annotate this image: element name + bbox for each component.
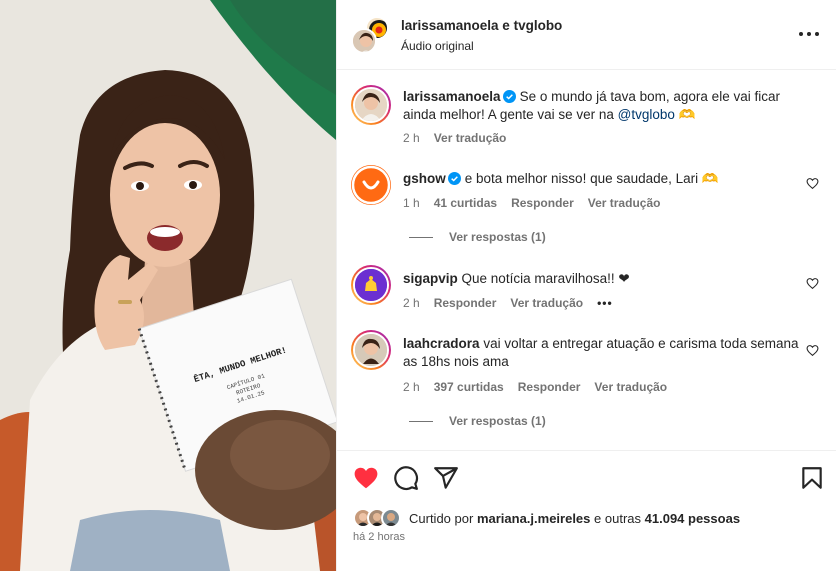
share-icon[interactable] [433, 465, 459, 491]
post-authors[interactable]: larissamanoela e tvglobo [401, 18, 562, 33]
comment-text: laahcradora vai voltar a entregar atuaçã… [403, 336, 799, 369]
liker-username[interactable]: mariana.j.meireles [477, 511, 590, 526]
comment-time: 2 h [403, 380, 420, 394]
view-replies-button[interactable]: Ver respostas (1) [409, 414, 546, 428]
comment-icon[interactable] [393, 465, 419, 491]
sigapvip-avatar[interactable] [351, 265, 391, 305]
post-timestamp[interactable]: há 2 horas [353, 531, 405, 543]
comment-username[interactable]: larissamanoela [403, 89, 501, 104]
caption-comment: larissamanoela Se o mundo já tava bom, ag… [351, 85, 821, 163]
comment-time: 1 h [403, 196, 420, 210]
post-image-illustration: ÊTA, MUNDO MELHOR! CAPÍTULO 01 ROTEIRO 1… [0, 0, 336, 571]
see-translation[interactable]: Ver tradução [434, 131, 507, 145]
laahcradora-avatar[interactable] [351, 330, 391, 370]
save-bookmark-icon[interactable] [799, 465, 825, 491]
view-replies-button[interactable]: Ver respostas (1) [409, 230, 546, 244]
gshow-avatar[interactable] [351, 165, 391, 205]
post-actions: Curtido por mariana.j.meireles e outras … [337, 450, 836, 571]
comment-username[interactable]: gshow [403, 171, 446, 186]
verified-badge-icon [447, 172, 461, 185]
like-comment-heart-icon[interactable] [806, 344, 819, 357]
comments-list: larissamanoela Se o mundo já tava bom, ag… [337, 70, 836, 450]
reply-button[interactable]: Responder [434, 296, 497, 310]
more-options-icon[interactable] [799, 26, 819, 42]
comment-likes[interactable]: 41 curtidas [434, 196, 497, 210]
liked-by: Curtido por mariana.j.meireles e outras … [353, 507, 740, 529]
comment-meta: 2 h Ver tradução [403, 131, 520, 145]
reply-button[interactable]: Responder [518, 380, 581, 394]
see-translation[interactable]: Ver tradução [588, 196, 661, 210]
larissa-avatar-small[interactable] [351, 28, 377, 54]
comment-time: 2 h [403, 131, 420, 145]
post-header: larissamanoela e tvglobo Áudio original [337, 0, 836, 70]
caption-text: larissamanoela Se o mundo já tava bom, ag… [403, 89, 780, 122]
see-translation[interactable]: Ver tradução [510, 296, 583, 310]
likes-count[interactable]: 41.094 pessoas [645, 511, 740, 526]
audio-link[interactable]: Áudio original [401, 39, 474, 53]
comment-meta: 2 h Responder Ver tradução ••• [403, 296, 627, 310]
reply-button[interactable]: Responder [511, 196, 574, 210]
comment-text: gshow e bota melhor nisso! que saudade, L… [403, 171, 719, 186]
post-sidebar: larissamanoela e tvglobo Áudio original … [336, 0, 836, 571]
comment-text: sigapvip Que notícia maravilhosa!! ❤ [403, 271, 630, 286]
mention-link[interactable]: @tvglobo [618, 107, 675, 122]
verified-badge-icon [502, 90, 516, 103]
like-heart-icon[interactable] [353, 465, 379, 491]
comment-options-icon[interactable]: ••• [597, 296, 613, 310]
likes-summary: Curtido por mariana.j.meireles e outras … [409, 510, 741, 526]
collab-avatars[interactable] [351, 16, 391, 56]
liker-avatar[interactable] [381, 508, 401, 528]
comment-username[interactable]: laahcradora [403, 336, 480, 351]
like-comment-heart-icon[interactable] [806, 277, 819, 290]
larissa-avatar[interactable] [351, 85, 391, 125]
comment-meta: 1 h 41 curtidas Responder Ver tradução [403, 196, 674, 210]
see-translation[interactable]: Ver tradução [594, 380, 667, 394]
like-comment-heart-icon[interactable] [806, 177, 819, 190]
comment-likes[interactable]: 397 curtidas [434, 380, 504, 394]
comment-meta: 2 h 397 curtidas Responder Ver tradução [403, 380, 681, 394]
post-photo: ÊTA, MUNDO MELHOR! CAPÍTULO 01 ROTEIRO 1… [0, 0, 336, 571]
comment-time: 2 h [403, 296, 420, 310]
comment-username[interactable]: sigapvip [403, 271, 458, 286]
